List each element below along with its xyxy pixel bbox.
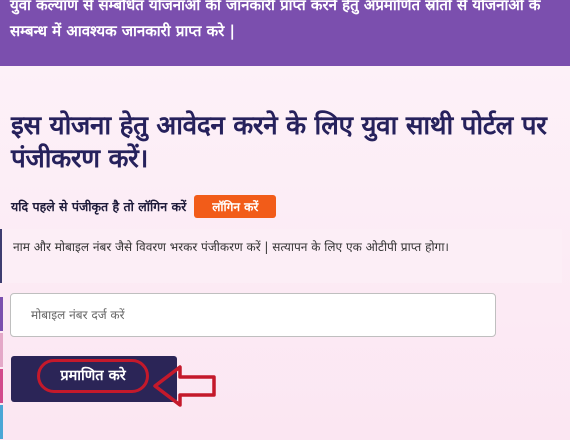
login-row: यदि पहले से पंजीकृत है तो लॉगिन करें लॉग… xyxy=(11,194,277,218)
strip-segment xyxy=(0,369,3,403)
login-button[interactable]: लॉगिन करें xyxy=(194,194,277,218)
page-heading: इस योजना हेतु आवेदन करने के लिए युवा साथ… xyxy=(11,111,547,174)
strip-segment xyxy=(0,333,3,367)
banner-text: युवा कल्याण से सम्बंधित योजनाओ की जानकार… xyxy=(10,0,541,40)
side-color-strip xyxy=(0,297,3,439)
strip-segment xyxy=(0,297,3,331)
annotation-arrow-icon xyxy=(153,365,216,407)
registration-section: इस योजना हेतु आवेदन करने के लिए युवा साथ… xyxy=(0,66,570,440)
verify-button-label: प्रमाणित करे xyxy=(37,359,149,393)
mobile-number-input[interactable] xyxy=(10,293,496,337)
strip-segment xyxy=(0,405,3,439)
registration-info-text: नाम और मोबाइल नंबर जैसे विवरण भरकर पंजीक… xyxy=(13,240,449,254)
info-card: नाम और मोबाइल नंबर जैसे विवरण भरकर पंजीक… xyxy=(0,229,562,283)
login-prompt: यदि पहले से पंजीकृत है तो लॉगिन करें xyxy=(11,198,187,214)
top-banner: युवा कल्याण से सम्बंधित योजनाओ की जानकार… xyxy=(0,0,570,66)
